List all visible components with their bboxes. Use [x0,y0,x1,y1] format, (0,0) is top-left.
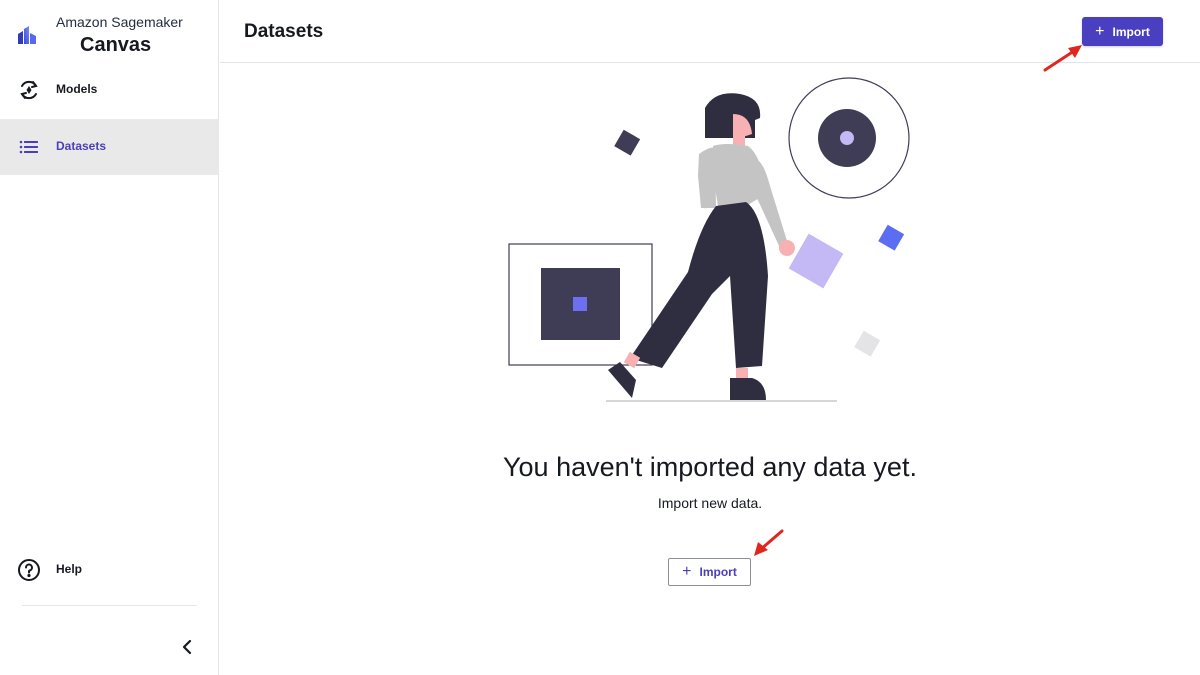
help-circle-icon [18,559,40,581]
plus-icon: + [1095,22,1105,40]
sidebar: Amazon Sagemaker Canvas Models Datasets … [0,0,219,675]
brand: Amazon Sagemaker Canvas [0,0,219,64]
header-import-button[interactable]: + Import [1082,17,1163,46]
sidebar-divider [22,605,197,606]
list-icon [19,140,38,154]
empty-state-import-button[interactable]: + Import [668,558,751,586]
import-button-label: Import [1112,24,1150,39]
sidebar-item-models[interactable]: Models [0,62,219,118]
brand-subtitle: Amazon Sagemaker [56,14,183,30]
chevron-left-icon[interactable] [176,636,198,658]
sidebar-item-label: Datasets [56,139,107,153]
import-button-label: Import [699,565,737,579]
models-refresh-icon [20,80,38,100]
annotation-arrow-icon [1043,45,1082,72]
page-title: Datasets [244,21,324,42]
brand-title: Canvas [80,34,152,56]
annotation-arrow-icon [754,529,784,556]
sidebar-item-label: Models [56,82,98,96]
empty-state-illustration [508,77,910,402]
canvas-logo-icon [18,26,36,44]
plus-icon: + [682,563,692,580]
sidebar-item-datasets[interactable]: Datasets [0,119,219,175]
sidebar-item-help[interactable]: Help [0,542,219,598]
sidebar-item-label: Help [56,562,83,576]
empty-state-title: You haven't imported any data yet. [503,452,917,482]
empty-state-subtitle: Import new data. [657,495,763,511]
